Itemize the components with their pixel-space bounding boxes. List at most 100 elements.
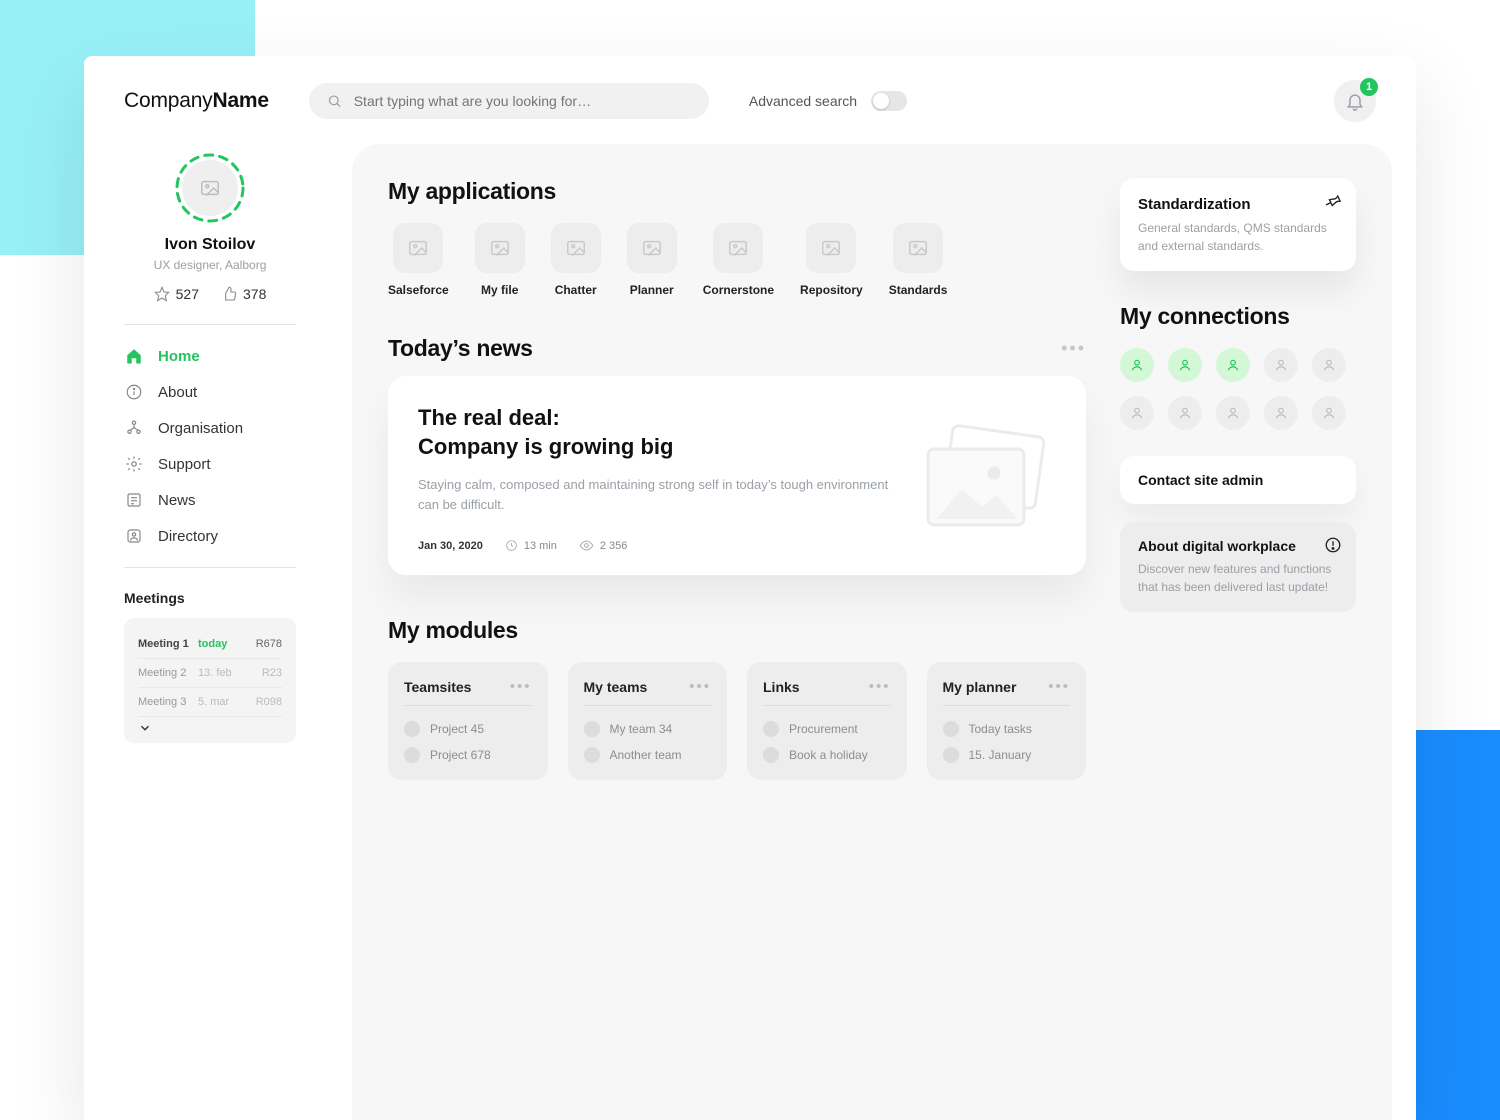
news-icon: [124, 491, 144, 509]
nav-item-organisation[interactable]: Organisation: [124, 419, 296, 437]
search-input[interactable]: [354, 93, 691, 109]
module-item[interactable]: Another team: [584, 742, 712, 768]
about-title: About digital workplace: [1138, 538, 1338, 554]
nav: Home About Organisation Support News: [124, 347, 296, 545]
advanced-toggle[interactable]: [871, 91, 907, 111]
app-tile[interactable]: Cornerstone: [703, 223, 774, 297]
alert-icon: [1324, 536, 1342, 554]
profile-role: UX designer, Aalborg: [124, 258, 296, 272]
org-icon: [124, 419, 144, 437]
info-icon: [124, 383, 144, 401]
profile-name: Ivon Stoilov: [124, 236, 296, 254]
more-icon[interactable]: •••: [510, 678, 532, 695]
module-card: My teams••• My team 34 Another team: [568, 662, 728, 780]
nav-item-news[interactable]: News: [124, 491, 296, 509]
connections-heading: My connections: [1120, 303, 1356, 330]
about-subtitle: Discover new features and functions that…: [1138, 560, 1338, 596]
module-card: My planner••• Today tasks 15. January: [927, 662, 1087, 780]
pin-icon[interactable]: [1324, 192, 1342, 210]
meeting-row[interactable]: Meeting 3 5. mar R098: [138, 688, 282, 717]
module-card: Teamsites••• Project 45 Project 678: [388, 662, 548, 780]
meeting-row[interactable]: Meeting 1 today R678: [138, 630, 282, 659]
user-icon: [124, 527, 144, 545]
app-tile[interactable]: Planner: [627, 223, 677, 297]
pin-title: Standardization: [1138, 196, 1338, 213]
app-window: CompanyName Advanced search 1: [84, 56, 1416, 1120]
clock-icon: [505, 539, 518, 552]
avatar[interactable]: [174, 152, 246, 224]
module-item[interactable]: 15. January: [943, 742, 1071, 768]
applications-row: Salseforce My file Chatter Planner Corne…: [388, 223, 1086, 297]
stat-likes: 378: [221, 286, 266, 302]
notifications-button[interactable]: 1: [1334, 80, 1376, 122]
meetings-box: Meeting 1 today R678 Meeting 2 13. feb R…: [124, 618, 296, 743]
main: My applications Salseforce My file Chatt…: [336, 132, 1416, 1120]
topbar: CompanyName Advanced search 1: [84, 56, 1416, 132]
connection-avatar[interactable]: [1264, 348, 1298, 382]
module-item[interactable]: Today tasks: [943, 716, 1071, 742]
more-icon[interactable]: •••: [1048, 678, 1070, 695]
app-tile[interactable]: Chatter: [551, 223, 601, 297]
more-icon[interactable]: •••: [689, 678, 711, 695]
advanced-search: Advanced search: [749, 91, 907, 111]
pin-card[interactable]: Standardization General standards, QMS s…: [1120, 178, 1356, 271]
search-box[interactable]: [309, 83, 709, 119]
connection-avatar[interactable]: [1216, 348, 1250, 382]
gear-icon: [124, 455, 144, 473]
modules-row: Teamsites••• Project 45 Project 678 My t…: [388, 662, 1086, 780]
module-item[interactable]: Book a holiday: [763, 742, 891, 768]
module-item[interactable]: Project 678: [404, 742, 532, 768]
app-tile[interactable]: Salseforce: [388, 223, 449, 297]
divider: [124, 567, 296, 568]
connection-avatar[interactable]: [1120, 396, 1154, 430]
news-title: The real deal:Company is growing big: [418, 404, 896, 461]
stat-stars: 527: [154, 286, 199, 302]
bell-icon: [1345, 91, 1365, 111]
connection-avatar[interactable]: [1312, 396, 1346, 430]
about-card[interactable]: About digital workplace Discover new fea…: [1120, 522, 1356, 612]
profile-block: Ivon Stoilov UX designer, Aalborg 527 37…: [124, 152, 296, 302]
more-icon[interactable]: •••: [869, 678, 891, 695]
eye-icon: [579, 538, 594, 553]
nav-item-about[interactable]: About: [124, 383, 296, 401]
notifications-badge: 1: [1360, 78, 1378, 96]
connection-avatar[interactable]: [1168, 348, 1202, 382]
connection-avatar[interactable]: [1312, 348, 1346, 382]
nav-item-directory[interactable]: Directory: [124, 527, 296, 545]
nav-item-support[interactable]: Support: [124, 455, 296, 473]
module-item[interactable]: Procurement: [763, 716, 891, 742]
pin-subtitle: General standards, QMS standards and ext…: [1138, 219, 1338, 255]
news-more-icon[interactable]: •••: [1061, 338, 1086, 359]
meetings-expand[interactable]: [138, 717, 282, 737]
connection-avatar[interactable]: [1168, 396, 1202, 430]
connection-avatar[interactable]: [1216, 396, 1250, 430]
app-tile[interactable]: Standards: [889, 223, 948, 297]
brand-prefix: Company: [124, 89, 212, 112]
app-tile[interactable]: Repository: [800, 223, 863, 297]
meeting-row[interactable]: Meeting 2 13. feb R23: [138, 659, 282, 688]
sidebar: Ivon Stoilov UX designer, Aalborg 527 37…: [84, 132, 336, 1120]
news-image-placeholder: [916, 404, 1056, 553]
applications-heading: My applications: [388, 178, 1086, 205]
brand-bold: Name: [212, 89, 268, 112]
search-icon: [327, 93, 342, 109]
contact-admin-button[interactable]: Contact site admin: [1120, 456, 1356, 504]
home-icon: [124, 347, 144, 365]
news-card[interactable]: The real deal:Company is growing big Sta…: [388, 376, 1086, 575]
news-views: 2 356: [579, 538, 628, 553]
connection-avatar[interactable]: [1264, 396, 1298, 430]
app-tile[interactable]: My file: [475, 223, 525, 297]
nav-item-home[interactable]: Home: [124, 347, 296, 365]
module-item[interactable]: My team 34: [584, 716, 712, 742]
connection-avatar[interactable]: [1120, 348, 1154, 382]
module-item[interactable]: Project 45: [404, 716, 532, 742]
modules-heading: My modules: [388, 617, 1086, 644]
brand-logo[interactable]: CompanyName: [124, 89, 269, 113]
news-date: Jan 30, 2020: [418, 540, 483, 552]
news-heading: Today’s news: [388, 335, 533, 362]
module-card: Links••• Procurement Book a holiday: [747, 662, 907, 780]
connections-grid: [1120, 348, 1356, 430]
advanced-label: Advanced search: [749, 93, 857, 109]
news-summary: Staying calm, composed and maintaining s…: [418, 475, 896, 514]
chevron-down-icon: [138, 721, 152, 735]
